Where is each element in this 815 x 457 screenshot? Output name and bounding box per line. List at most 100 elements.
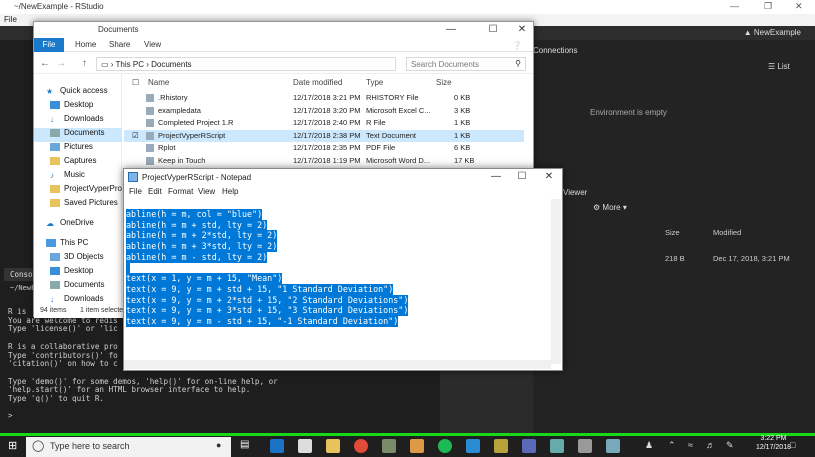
task-view-icon[interactable]: ▤ [240,439,254,453]
code-line [126,262,130,274]
ribbon-file-tab[interactable]: File [34,38,64,52]
notepad-title: ProjectVyperRScript - Notepad [142,173,252,182]
file-size: 0 KB [454,93,471,102]
app-icon-2[interactable] [410,439,424,453]
back-arrow-icon[interactable]: ← [40,58,50,69]
nav-onedrive[interactable]: ☁ OneDrive [46,218,94,232]
nav-3d-objects[interactable]: 3D Objects [50,252,104,266]
nav-desktop-2[interactable]: Desktop [50,266,93,280]
windows-start-icon[interactable]: ⊞ [8,439,17,452]
close-icon[interactable]: ✕ [795,1,803,12]
notepad-menu-file[interactable]: File [129,187,142,196]
app-icon-6[interactable] [550,439,564,453]
navigation-pane: ★ Quick access Desktop ↓ Downloads Documen… [34,74,122,318]
explorer-close-icon[interactable]: ✕ [510,23,534,37]
taskbar-search[interactable]: ◯ Type here to search ● [26,437,231,457]
menu-file[interactable]: File [4,15,17,24]
people-icon[interactable]: ♟ [645,440,653,451]
up-arrow-icon[interactable]: ↑ [82,58,87,69]
nav-pictures[interactable]: Pictures [50,142,93,156]
ribbon-home-tab[interactable]: Home [75,40,96,49]
app-icon-7[interactable] [578,439,592,453]
pen-icon[interactable]: ✎ [726,440,734,451]
address-box[interactable]: ▭ › This PC › Documents [96,57,396,71]
nav-music[interactable]: ♪ Music [50,170,85,184]
header-checkbox[interactable]: ☐ [132,78,139,87]
app-icon-3[interactable] [466,439,480,453]
file-explorer-taskbar-icon[interactable] [326,439,340,453]
explorer-search-input[interactable]: Search Documents ⚲ [406,57,526,71]
nav-quick-access[interactable]: ★ Quick access [46,86,108,100]
taskbar-accent-line [0,433,815,436]
files-row-size: 218 B [665,254,685,263]
restore-icon[interactable]: ❐ [764,1,772,12]
file-type: RHISTORY File [366,93,419,102]
notepad-menu-help[interactable]: Help [222,187,238,196]
cloud-icon: ☁ [46,218,54,228]
list-view-toggle[interactable]: ☰ List [768,62,790,71]
file-row[interactable]: ☑ ProjectVyperRScript 12/17/2018 2:38 PM Te… [124,129,524,142]
notepad-text-area[interactable]: abline(h = m, col = "blue") abline(h = m … [126,209,551,359]
nav-projectvyper[interactable]: ProjectVyperPro [50,184,122,198]
nav-this-pc[interactable]: This PC [46,238,88,252]
more-button[interactable]: ⚙ More ▾ [593,203,627,212]
chevron-up-icon[interactable]: ⌃ [668,440,676,451]
help-icon[interactable]: ❔ [512,41,522,50]
files-col-modified[interactable]: Modified [713,228,741,237]
column-size[interactable]: Size [436,78,452,87]
horizontal-scrollbar[interactable] [124,360,551,369]
nav-documents-2[interactable]: Documents [50,280,104,294]
app-icon-4[interactable] [494,439,508,453]
notification-icon[interactable]: □ [790,440,795,450]
nav-documents[interactable]: Documents [34,128,122,142]
explorer-maximize-icon[interactable]: ☐ [481,23,505,37]
mail-icon[interactable] [298,439,312,453]
file-row[interactable]: Rplot 12/17/2018 2:35 PM PDF File 6 KB [124,142,524,154]
file-icon [146,144,154,152]
file-date: 12/17/2018 2:35 PM [293,143,361,152]
nav-desktop[interactable]: Desktop [50,100,93,114]
file-row[interactable]: Keep in Touch 12/17/2018 1:19 PM Microsoft… [124,155,524,167]
minimize-icon[interactable]: — [730,1,739,11]
tab-connections[interactable]: Connections [533,46,577,55]
row-checkbox[interactable]: ☑ [132,131,139,140]
notepad-minimize-icon[interactable]: — [484,170,508,184]
tab-viewer[interactable]: Viewer [563,188,587,197]
files-col-size[interactable]: Size [665,228,680,237]
console-path: ~/NewE [10,284,36,292]
column-date[interactable]: Date modified [293,78,342,87]
nav-downloads[interactable]: ↓ Downloads [50,114,104,128]
wifi-icon[interactable]: ≈ [688,440,693,450]
code-line: text(x = 9, y = m + 2*std + 15, "2 Stand… [126,294,409,306]
file-row[interactable]: Completed Project 1.R 12/17/2018 2:40 PM R… [124,117,524,129]
spotify-icon[interactable] [438,439,452,453]
ribbon-view-tab[interactable]: View [144,40,161,49]
column-type[interactable]: Type [366,78,383,87]
rstudio-taskbar-icon[interactable] [606,439,620,453]
taskbar-clock[interactable]: 3:22 PM 12/17/2018 [756,434,791,452]
volume-icon[interactable]: ♬ [706,440,715,450]
microphone-icon[interactable]: ● [216,440,221,450]
ribbon-share-tab[interactable]: Share [109,40,130,49]
forward-arrow-icon[interactable]: → [56,58,66,69]
project-selector[interactable]: ▲ NewExample [744,28,801,37]
explorer-minimize-icon[interactable]: — [439,23,463,37]
notepad-menu-view[interactable]: View [198,187,215,196]
edge-icon[interactable] [270,439,284,453]
file-row[interactable]: .Rhistory 12/17/2018 3:21 PM RHISTORY File… [124,92,524,104]
notepad-close-icon[interactable]: ✕ [537,170,561,184]
code-line: text(x = 9, y = m + std + 15, "1 Standar… [126,283,394,295]
notepad-maximize-icon[interactable]: ☐ [510,170,534,184]
column-name[interactable]: Name [148,78,169,87]
notepad-menu-edit[interactable]: Edit [148,187,162,196]
nav-captures[interactable]: Captures [50,156,96,170]
file-row[interactable]: exampledata 12/17/2018 3:20 PM Microsoft E… [124,105,524,117]
vertical-scrollbar[interactable] [551,199,561,364]
notepad-menu-format[interactable]: Format [168,187,193,196]
status-selected: 1 item selected [80,307,128,314]
app-icon-5[interactable] [522,439,536,453]
app-icon[interactable] [382,439,396,453]
code-line: abline(h = m + 3*std, lty = 2) [126,241,278,253]
chrome-icon[interactable] [354,439,368,453]
nav-saved-pictures[interactable]: Saved Pictures [50,198,118,212]
